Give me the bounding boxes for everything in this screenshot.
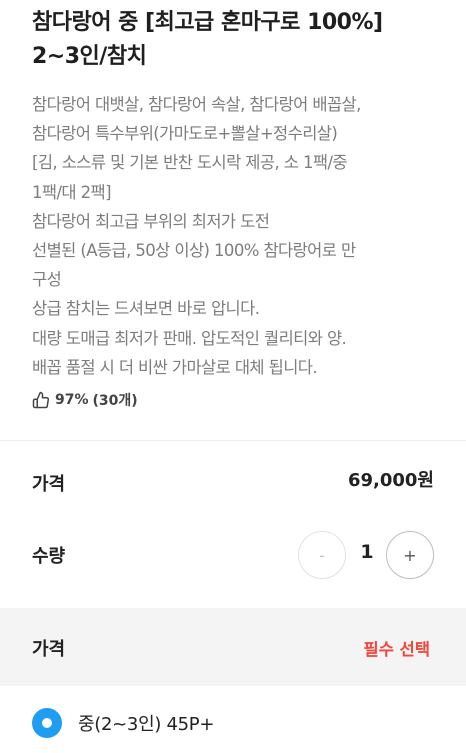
product-description: 참다랑어 대뱃살, 참다랑어 속살, 참다랑어 배꼽살, 참다랑어 특수부위(가…	[32, 90, 452, 382]
quantity-increase-button[interactable]: +	[386, 531, 434, 579]
product-title: 참다랑어 중 [최고급 혼마구로 100%] 2~3인/참치	[32, 6, 452, 74]
option-section-header: 가격 필수 선택	[0, 608, 466, 686]
description-line: 구성	[32, 270, 62, 290]
product-title-line-1: 참다랑어 중 [최고급 혼마구로 100%]	[32, 10, 383, 35]
description-line: 배꼽 품절 시 더 비싼 가마살로 대체 됩니다.	[32, 357, 318, 377]
product-title-line-2: 2~3인/참치	[32, 44, 147, 69]
plus-icon: +	[403, 545, 417, 565]
required-badge: 필수 선택	[363, 640, 430, 659]
section-divider	[0, 440, 466, 441]
product-rating: 97% (30개)	[32, 390, 138, 410]
description-line: 1팩/대 2팩]	[32, 182, 112, 202]
product-detail-page: 참다랑어 중 [최고급 혼마구로 100%] 2~3인/참치 참다랑어 대뱃살,…	[0, 0, 466, 753]
description-line: 참다랑어 대뱃살, 참다랑어 속살, 참다랑어 배꼽살,	[32, 95, 361, 114]
rating-percent: 97%	[55, 392, 89, 408]
description-line: [김, 소스류 및 기본 반찬 도시락 제공, 소 1팩/중	[32, 153, 348, 173]
rating-count: (30개)	[92, 393, 138, 409]
description-line: 참다랑어 최고급 부위의 최저가 도전	[32, 211, 270, 231]
description-line: 상급 참치는 드셔보면 바로 압니다.	[32, 299, 260, 319]
price-label: 가격	[32, 474, 66, 495]
option-item-label: 중(2~3인) 45P+	[78, 714, 215, 735]
thumbs-up-icon	[32, 391, 50, 409]
description-line: 참다랑어 특수부위(가마도로+뽈살+정수리살)	[32, 124, 338, 144]
option-item[interactable]: 중(2~3인) 45P+	[32, 703, 214, 743]
quantity-label: 수량	[32, 546, 66, 567]
quantity-value: 1	[360, 541, 374, 563]
description-line: 선별된 (A등급, 50상 이상) 100% 참다랑어로 만	[32, 241, 356, 261]
radio-selected-icon[interactable]	[32, 708, 62, 738]
minus-icon: -	[319, 545, 325, 565]
quantity-decrease-button[interactable]: -	[298, 531, 346, 579]
description-line: 대량 도매급 최저가 판매. 압도적인 퀄리티와 양.	[32, 328, 347, 348]
price-value: 69,000원	[347, 470, 434, 491]
option-section-label: 가격	[32, 639, 66, 660]
